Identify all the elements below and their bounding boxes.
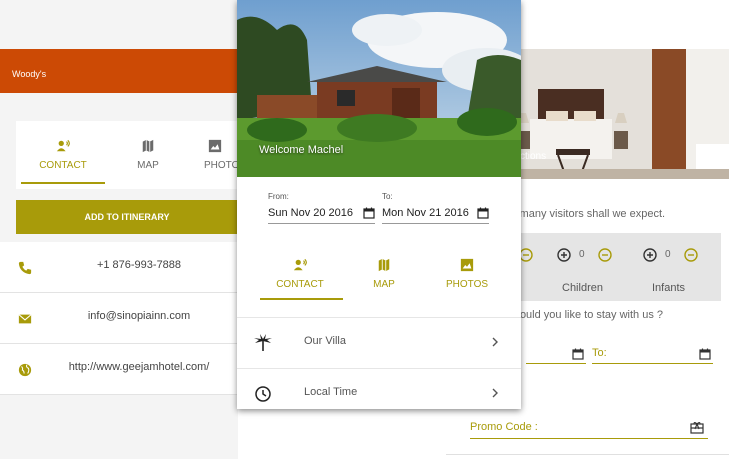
tab-photos-label: PHOTOS — [445, 279, 489, 290]
promo-code-field[interactable]: Promo Code : — [470, 421, 708, 439]
photo-caption: ctions — [520, 151, 547, 162]
add-to-itinerary-button[interactable]: ADD TO ITINERARY — [16, 200, 238, 234]
chevron-right-icon — [492, 337, 498, 347]
tab-map[interactable]: MAP — [108, 139, 188, 171]
phone-number: +1 876-993-7888 — [96, 259, 182, 271]
calendar-icon — [699, 348, 711, 360]
to-date-input[interactable]: Mon Nov 21 2016 — [382, 207, 489, 224]
minus-circle-icon[interactable] — [519, 248, 533, 262]
contact-list: +1 876-993-7888 info@sinopiainn.com http… — [0, 242, 238, 395]
infants-count: 0 — [665, 249, 671, 260]
guest-counters: 0 Children 0 Infants — [512, 233, 721, 301]
plus-circle-icon[interactable] — [643, 248, 657, 262]
to-label: To: — [382, 192, 393, 201]
list-item-our-villa[interactable]: Our Villa — [237, 317, 521, 367]
from-date-field[interactable] — [526, 347, 586, 364]
from-date-input[interactable]: Sun Nov 20 2016 — [268, 207, 375, 224]
tab-map-label: MAP — [137, 160, 159, 171]
minus-circle-icon[interactable] — [598, 248, 612, 262]
to-date-label: To: — [592, 347, 607, 359]
contact-row-email[interactable]: info@sinopiainn.com — [0, 293, 238, 344]
gift-card-icon — [690, 421, 704, 434]
tab-map-label: MAP — [373, 279, 395, 290]
welcome-message: Welcome Machel — [259, 144, 344, 156]
tab-contact[interactable]: CONTACT — [22, 139, 104, 171]
phone-icon — [18, 261, 32, 275]
contact-phone-icon — [56, 139, 70, 152]
from-label: From: — [268, 192, 289, 201]
screenshot-stage: Woody's CONTACT MAP PHOTO ADD TO ITINERA… — [0, 0, 729, 459]
minus-circle-icon[interactable] — [684, 248, 698, 262]
map-icon — [378, 258, 390, 272]
children-count: 0 — [579, 249, 585, 260]
palm-tree-icon — [254, 334, 272, 351]
tabs-card: CONTACT MAP PHOTO — [16, 121, 240, 189]
tab-contact-label: CONTACT — [39, 160, 87, 171]
contact-phone-icon — [293, 258, 307, 271]
email-address: info@sinopiainn.com — [87, 310, 191, 322]
to-date-value: Mon Nov 21 2016 — [382, 207, 469, 219]
divider — [446, 454, 729, 455]
contact-row-website[interactable]: http://www.geejamhotel.com/ — [0, 344, 238, 395]
calendar-icon — [363, 207, 375, 219]
calendar-icon — [477, 207, 489, 219]
clock-icon — [255, 386, 271, 402]
stay-question: would you like to stay with us ? — [512, 309, 664, 321]
hero-image: Welcome Machel — [237, 0, 521, 177]
children-label: Children — [562, 282, 603, 294]
app-title: Woody's — [12, 69, 47, 79]
left-screen: Woody's CONTACT MAP PHOTO ADD TO ITINERA… — [0, 0, 240, 459]
local-time-label: Local Time — [304, 386, 358, 398]
list-item-local-time[interactable]: Local Time — [237, 368, 521, 418]
chevron-right-icon — [492, 388, 498, 398]
middle-screen: Welcome Machel From: Sun Nov 20 2016 To:… — [237, 0, 521, 409]
infants-label: Infants — [652, 282, 686, 294]
tab-photos[interactable]: PHOTOS — [437, 258, 497, 290]
contact-row-phone[interactable]: +1 876-993-7888 — [0, 242, 238, 293]
active-tab-indicator — [21, 182, 105, 184]
tab-photo-label: PHOTO — [204, 160, 240, 171]
email-icon — [18, 314, 32, 324]
active-tab-indicator — [260, 298, 343, 300]
plus-circle-icon[interactable] — [557, 248, 571, 262]
photos-icon — [208, 139, 222, 153]
promo-code-label: Promo Code : — [470, 421, 538, 433]
to-date-field[interactable]: To: — [592, 347, 713, 364]
visitors-question: y many visitors shall we expect. — [511, 208, 666, 220]
tab-map[interactable]: MAP — [349, 258, 419, 290]
tab-contact[interactable]: CONTACT — [259, 258, 341, 290]
tab-contact-label: CONTACT — [276, 279, 324, 290]
from-date-value: Sun Nov 20 2016 — [268, 207, 354, 219]
our-villa-label: Our Villa — [304, 335, 346, 347]
calendar-icon — [572, 348, 584, 360]
app-bar: Woody's — [0, 49, 238, 93]
globe-icon — [18, 363, 32, 377]
map-icon — [142, 139, 154, 153]
website-url: http://www.geejamhotel.com/ — [68, 361, 210, 373]
photos-icon — [460, 258, 474, 272]
